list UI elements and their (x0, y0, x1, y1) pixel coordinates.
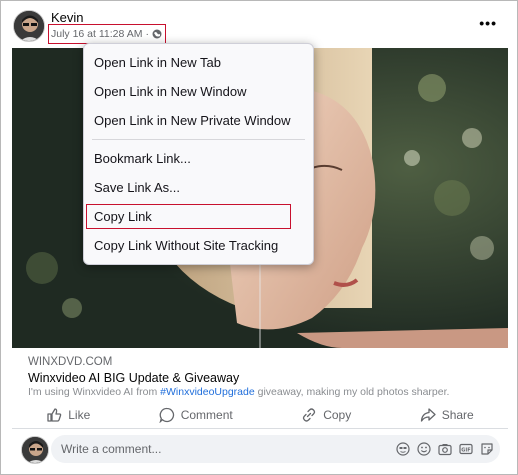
author-avatar[interactable] (13, 10, 45, 42)
desc-text-after: giveaway, making my old photos sharper. (254, 386, 450, 398)
emoji-icon[interactable] (417, 442, 431, 456)
menu-item-open-new-tab[interactable]: Open Link in New Tab (84, 48, 313, 77)
post-card: Kevin July 16 at 11:28 AM · ••• Open Lin… (0, 0, 518, 475)
copy-label: Copy (323, 407, 352, 422)
link-domain[interactable]: WINXDVD.COM (28, 356, 112, 368)
share-button[interactable]: Share (420, 407, 474, 423)
comment-tools: GIF (396, 442, 494, 456)
comment-button[interactable]: Comment (159, 407, 233, 423)
post-timestamp[interactable]: July 16 at 11:28 AM · (48, 24, 166, 44)
globe-icon (152, 29, 162, 39)
hashtag-link[interactable]: #WinxvideoUpgrade (160, 386, 255, 398)
comment-input[interactable] (61, 435, 381, 463)
camera-icon[interactable] (438, 442, 452, 456)
menu-item-copy-link[interactable]: Copy Link (84, 202, 313, 231)
commenter-avatar[interactable] (21, 436, 49, 464)
like-button[interactable]: Like (46, 407, 90, 423)
meta-separator: · (145, 28, 149, 40)
menu-separator (92, 139, 305, 140)
menu-item-bookmark-link[interactable]: Bookmark Link... (84, 144, 313, 173)
menu-item-save-link-as[interactable]: Save Link As... (84, 173, 313, 202)
menu-item-copy-link-without-tracking[interactable]: Copy Link Without Site Tracking (84, 231, 313, 260)
more-options-button[interactable]: ••• (479, 15, 497, 31)
menu-item-open-new-window[interactable]: Open Link in New Window (84, 77, 313, 106)
comment-box: GIF (51, 435, 500, 463)
comment-label: Comment (180, 407, 233, 422)
like-label: Like (68, 407, 91, 422)
gif-icon[interactable]: GIF (459, 442, 473, 456)
avatar-sticker-icon[interactable] (396, 442, 410, 456)
desc-text-before: I'm using Winxvideo AI from (28, 386, 161, 398)
comment-bubble-icon (159, 407, 174, 423)
context-menu: Open Link in New Tab Open Link in New Wi… (83, 43, 314, 265)
share-arrow-icon (420, 407, 436, 422)
share-label: Share (441, 407, 474, 422)
copy-button[interactable]: Copy (301, 407, 351, 423)
link-title[interactable]: Winxvideo AI BIG Update & Giveaway (28, 371, 239, 385)
svg-text:GIF: GIF (461, 447, 470, 453)
sticker-icon[interactable] (480, 442, 494, 456)
menu-item-open-private-window[interactable]: Open Link in New Private Window (84, 106, 313, 135)
post-actions: Like Comment Copy Share (12, 402, 508, 427)
timestamp-text[interactable]: July 16 at 11:28 AM (51, 28, 142, 40)
link-icon (303, 407, 316, 422)
actions-divider (12, 428, 508, 429)
thumbs-up-icon (47, 407, 62, 422)
author-name[interactable]: Kevin (51, 10, 84, 25)
link-description: I'm using Winxvideo AI from #WinxvideoUp… (28, 386, 449, 398)
